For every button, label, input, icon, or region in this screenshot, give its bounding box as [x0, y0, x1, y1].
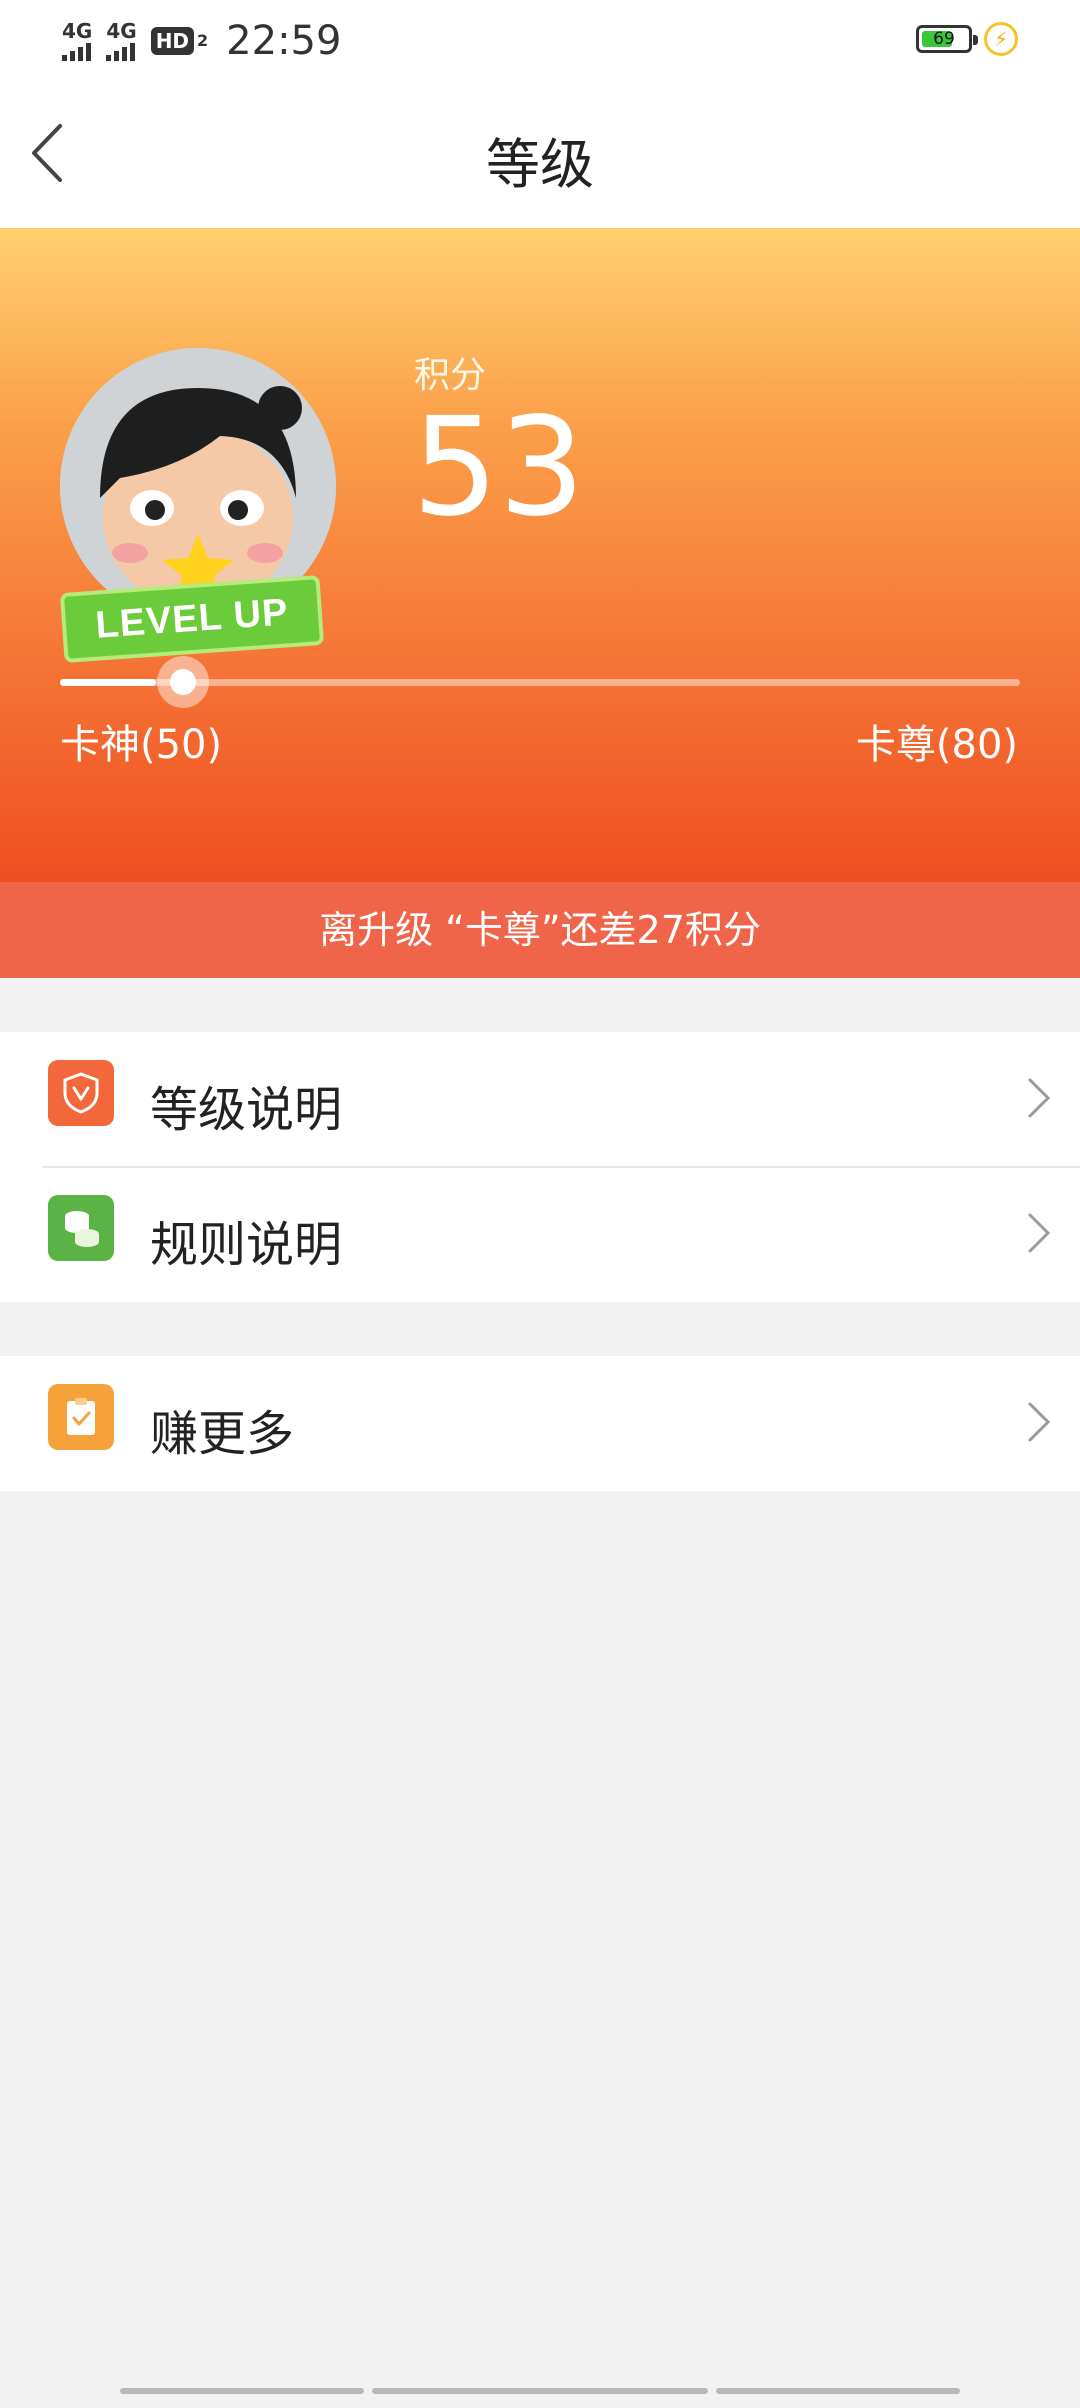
- shield-icon: [48, 1060, 114, 1126]
- chevron-right-icon: [1028, 1078, 1051, 1118]
- status-left: 4G 4G HD 2 22:59: [62, 18, 341, 64]
- status-right: 69 ⚡: [916, 22, 1018, 56]
- hd-label: HD: [150, 27, 195, 55]
- upgrade-notice-text: 离升级 “卡尊”还差27积分: [319, 908, 761, 952]
- gesture-bar-right[interactable]: [716, 2388, 960, 2394]
- clock: 22:59: [226, 18, 342, 64]
- progress-knob: [170, 669, 196, 695]
- menu-group-info: 等级说明 规则说明: [0, 1032, 1080, 1302]
- battery-level: 69: [933, 29, 955, 49]
- sim2-network-label: 4G: [106, 19, 137, 43]
- menu-item-rules-description[interactable]: 规则说明: [0, 1167, 1080, 1302]
- points-value: 53: [412, 389, 586, 547]
- page-title: 等级: [486, 133, 594, 196]
- gesture-bar-center[interactable]: [372, 2388, 708, 2394]
- hd-voice-icon: HD 2: [150, 27, 209, 55]
- menu-group-earn: 赚更多: [0, 1356, 1080, 1491]
- hd-sub-label: 2: [197, 31, 209, 50]
- sim2-signal-bars-icon: [106, 43, 136, 61]
- lightning-bolt-icon: ⚡: [984, 22, 1018, 56]
- chevron-right-icon: [1028, 1402, 1051, 1442]
- nav-header: 等级: [0, 80, 1080, 228]
- menu-item-label: 赚更多: [150, 1406, 295, 1462]
- coins-icon: [48, 1195, 114, 1261]
- sim1-network-label: 4G: [62, 19, 93, 43]
- menu-item-earn-more[interactable]: 赚更多: [0, 1356, 1080, 1491]
- upgrade-notice: 离升级 “卡尊”还差27积分: [0, 882, 1080, 978]
- chevron-right-icon: [1028, 1213, 1051, 1253]
- sim2-signal: 4G: [106, 19, 137, 61]
- status-bar: 4G 4G HD 2 22:59 69 ⚡: [0, 0, 1080, 80]
- gesture-bar-left[interactable]: [120, 2388, 364, 2394]
- level-up-badge: LEVEL UP: [59, 575, 325, 663]
- next-level-label: 卡尊(80): [855, 722, 1018, 768]
- clipboard-check-icon: [48, 1384, 114, 1450]
- battery-icon: 69: [916, 25, 978, 53]
- current-level-label: 卡神(50): [60, 722, 223, 768]
- sim1-signal: 4G: [62, 21, 92, 61]
- level-hero: LEVEL UP 积分 53 卡神(50) 卡尊(80): [0, 228, 1080, 882]
- menu-item-level-description[interactable]: 等级说明: [0, 1032, 1080, 1167]
- menu-item-label: 规则说明: [150, 1217, 343, 1273]
- level-progress-fill: [60, 679, 156, 686]
- menu-item-label: 等级说明: [150, 1082, 343, 1138]
- sim1-signal-bars-icon: [62, 43, 91, 61]
